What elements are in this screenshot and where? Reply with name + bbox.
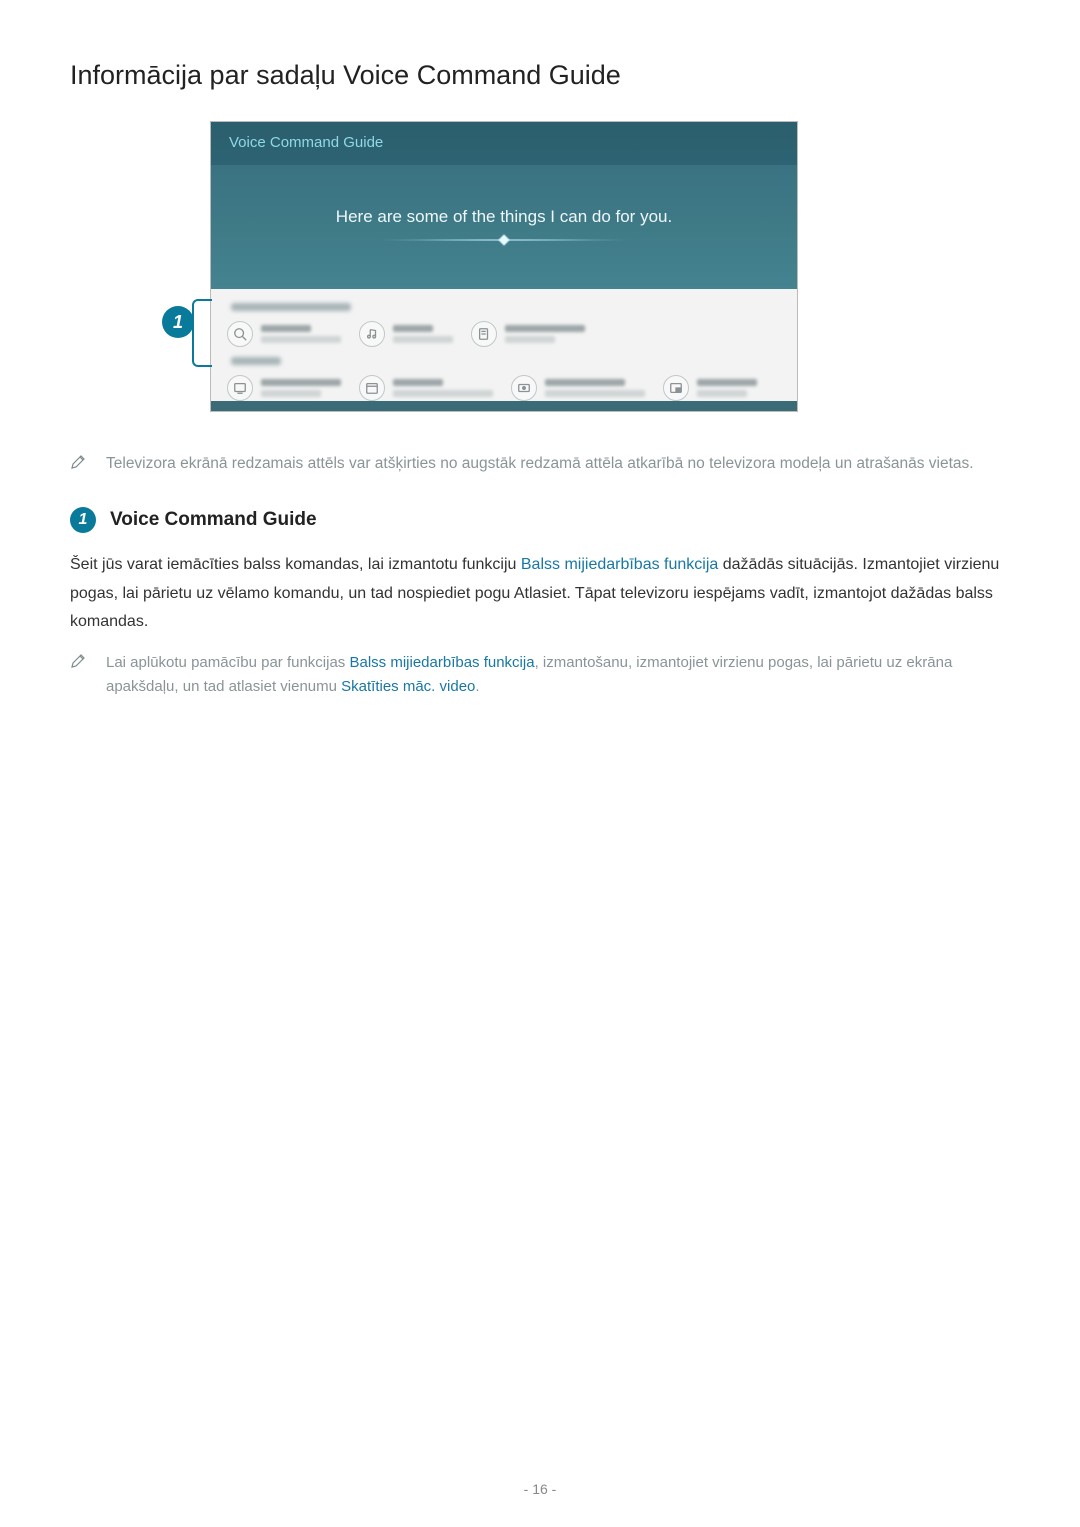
voice-guide-screenshot: Voice Command Guide Here are some of the… bbox=[210, 121, 798, 412]
page-number: - 16 - bbox=[0, 1481, 1080, 1497]
pencil-icon bbox=[70, 653, 86, 699]
text-fragment: . bbox=[475, 678, 479, 695]
hero-text: Here are some of the things I can do for… bbox=[221, 207, 787, 227]
callout-badge-1: 1 bbox=[162, 306, 194, 338]
text-fragment: Šeit jūs varat iemācīties balss komandas… bbox=[70, 556, 521, 573]
section-1-paragraph: Šeit jūs varat iemācīties balss komandas… bbox=[70, 551, 1010, 637]
command-tile bbox=[359, 321, 453, 347]
note-text: Televizora ekrānā redzamais attēls var a… bbox=[106, 452, 974, 477]
screenshot-lower-panel bbox=[211, 289, 797, 401]
link-voice-interaction[interactable]: Balss mijiedarbības funkcija bbox=[521, 556, 718, 573]
calendar-icon bbox=[359, 375, 385, 401]
command-tile bbox=[663, 375, 757, 401]
note-1: Televizora ekrānā redzamais attēls var a… bbox=[70, 452, 1010, 477]
pencil-icon bbox=[70, 454, 86, 477]
tv-icon bbox=[227, 375, 253, 401]
command-tile bbox=[471, 321, 585, 347]
text-fragment: Lai aplūkotu pamācību par funkcijas bbox=[106, 654, 349, 671]
search-icon bbox=[227, 321, 253, 347]
record-icon bbox=[511, 375, 537, 401]
command-tile bbox=[511, 375, 645, 401]
main-heading: Informācija par sadaļu Voice Command Gui… bbox=[70, 60, 1010, 91]
callout-bracket bbox=[192, 299, 212, 367]
section-1-header: 1 Voice Command Guide bbox=[70, 507, 1010, 533]
command-tile bbox=[227, 321, 341, 347]
screenshot-hero: Here are some of the things I can do for… bbox=[211, 165, 797, 289]
voice-indicator-glow bbox=[384, 239, 624, 241]
link-voice-interaction[interactable]: Balss mijiedarbības funkcija bbox=[349, 654, 534, 671]
command-tile bbox=[227, 375, 341, 401]
screenshot-container: 1 Voice Command Guide Here are some of t… bbox=[210, 121, 1010, 412]
music-icon bbox=[359, 321, 385, 347]
command-tile-row-1 bbox=[227, 321, 781, 347]
command-tile bbox=[359, 375, 493, 401]
blurred-heading bbox=[231, 303, 351, 311]
blurred-heading bbox=[231, 357, 281, 365]
note-2: Lai aplūkotu pamācību par funkcijas Bals… bbox=[70, 651, 1010, 699]
link-watch-video[interactable]: Skatīties māc. video bbox=[341, 678, 475, 695]
number-badge-1: 1 bbox=[70, 507, 96, 533]
screenshot-title-bar: Voice Command Guide bbox=[211, 122, 797, 165]
command-tile-row-2 bbox=[227, 375, 781, 401]
page-icon bbox=[471, 321, 497, 347]
section-1-title: Voice Command Guide bbox=[110, 509, 317, 531]
pip-icon bbox=[663, 375, 689, 401]
note-text: Lai aplūkotu pamācību par funkcijas Bals… bbox=[106, 651, 1010, 699]
